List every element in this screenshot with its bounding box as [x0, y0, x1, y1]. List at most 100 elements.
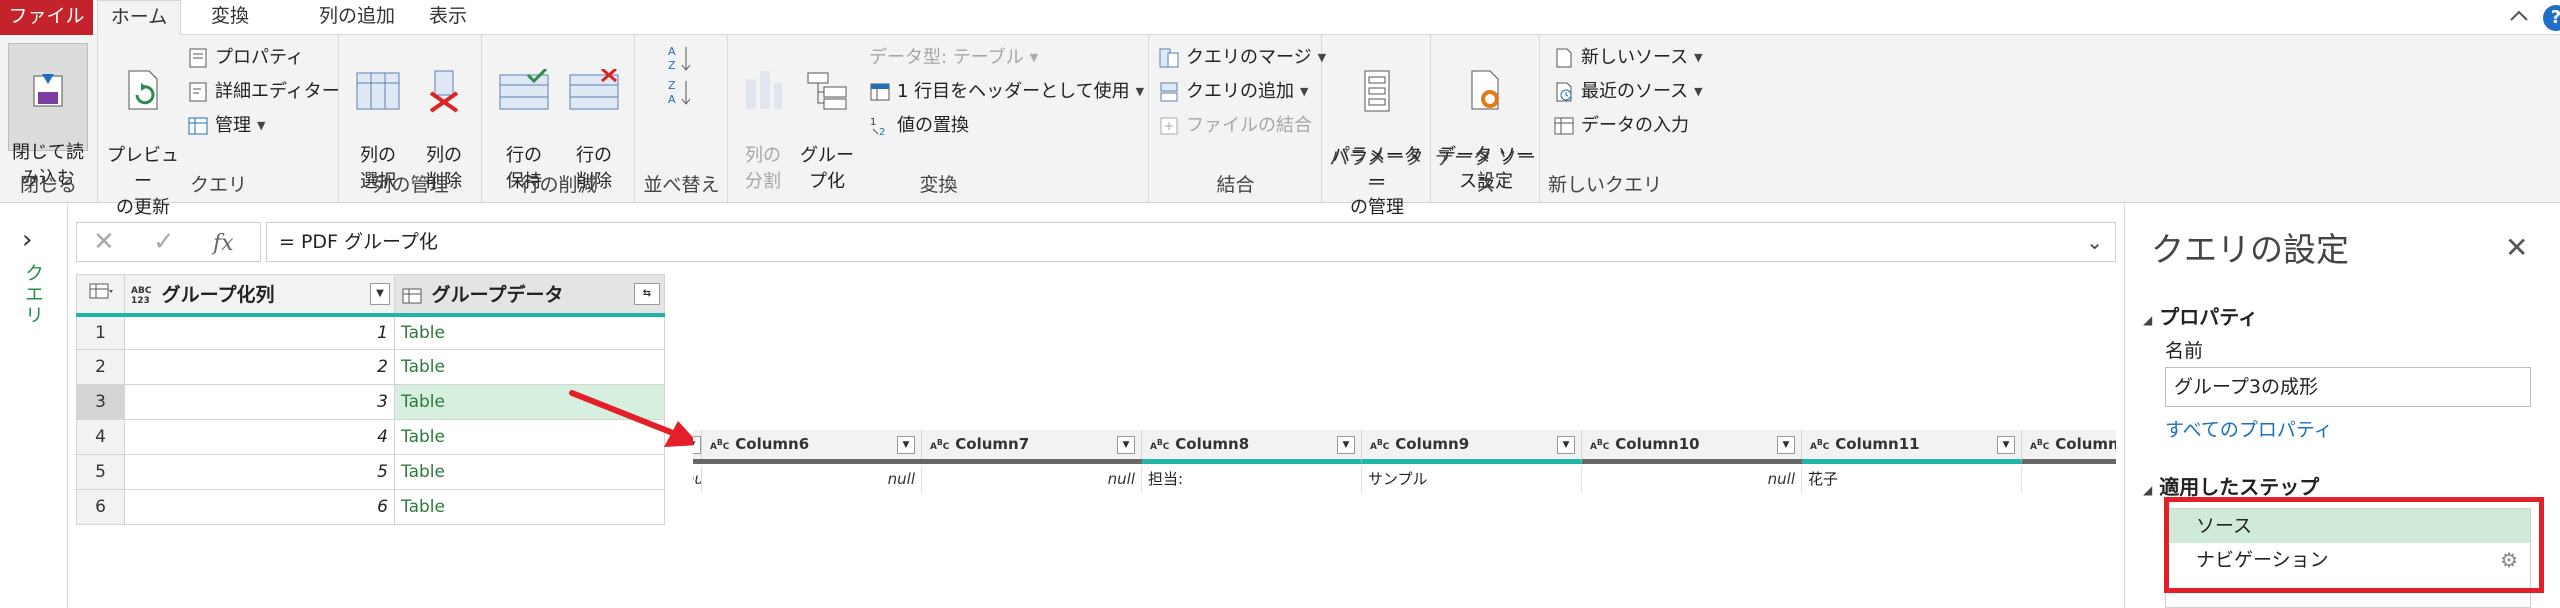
collapse-triangle-icon[interactable]: ◢ [2143, 483, 2152, 497]
cell-table-link[interactable]: Table [394, 489, 665, 525]
ribbon-tab-bar: ファイル ホーム 変換 列の追加 表示 ? [0, 0, 2560, 36]
cell-table-link[interactable]: Table [394, 454, 665, 490]
row-number[interactable]: 1 [76, 314, 125, 350]
text-type-icon[interactable]: ABC [1370, 438, 1389, 452]
preview-column-header[interactable]: ABC Column10 ▼ [1582, 430, 1802, 459]
table-row[interactable]: 2 2 Table [76, 349, 665, 385]
preview-cell[interactable]: null [702, 466, 922, 492]
filter-dropdown-icon[interactable]: ▼ [1997, 436, 2015, 454]
filter-dropdown-icon[interactable]: ▼ [1337, 436, 1355, 454]
help-icon[interactable]: ? [2543, 5, 2560, 31]
filter-dropdown-icon[interactable]: ▼ [1557, 436, 1575, 454]
advanced-editor-button[interactable]: 詳細エディター [187, 77, 340, 107]
data-type-label: データ型: テーブル [869, 47, 1024, 68]
properties-button[interactable]: プロパティ [187, 43, 304, 73]
close-icon[interactable]: ✕ [2505, 231, 2528, 264]
row-number[interactable]: 6 [76, 489, 125, 525]
text-type-icon[interactable]: ABC [710, 438, 729, 452]
chevron-down-icon[interactable]: ⌄ [2086, 223, 2103, 261]
filter-dropdown-icon[interactable]: ▼ [1117, 436, 1135, 454]
preview-cell[interactable]: 花子 [1802, 466, 2022, 492]
replace-values-button[interactable]: 12 値の置換 [869, 111, 969, 141]
query-name-field[interactable]: グループ3の成形 [2165, 367, 2531, 407]
chevron-up-icon[interactable] [2507, 4, 2531, 28]
preview-cell[interactable]: null [922, 466, 1142, 492]
table-row[interactable]: 1 1 Table [76, 314, 665, 350]
refresh-preview-button[interactable]: プレビュー の更新 ▼ [103, 43, 183, 249]
filter-dropdown-icon[interactable]: ▼ [1777, 436, 1795, 454]
preview-column-header[interactable]: ABC Column8 ▼ [1142, 430, 1362, 464]
preview-column-header-cut[interactable]: ▼ [693, 430, 702, 459]
collapse-triangle-icon[interactable]: ◢ [2143, 313, 2152, 327]
cell-group-key[interactable]: 4 [124, 419, 395, 455]
any-type-icon[interactable]: ABC 123 [131, 286, 155, 306]
table-icon [188, 117, 208, 135]
expand-chevron-icon[interactable]: › [22, 225, 32, 255]
table-type-icon[interactable] [401, 286, 425, 306]
fx-icon[interactable]: fx [213, 231, 234, 256]
cell-group-key[interactable]: 6 [124, 489, 395, 525]
tab-add-column[interactable]: 列の追加 [292, 0, 422, 35]
text-type-icon[interactable]: ABC [2030, 438, 2049, 452]
preview-column-header[interactable]: ABC Column11 ▼ [1802, 430, 2022, 464]
sort-ascending-button[interactable]: AZ [668, 43, 694, 73]
cell-group-key[interactable]: 3 [124, 384, 395, 420]
cell-table-link[interactable]: Table [394, 349, 665, 385]
text-type-icon[interactable]: ABC [1810, 438, 1829, 452]
confirm-icon[interactable]: ✓ [153, 227, 175, 257]
preview-column-header[interactable]: ABC Column6 ▼ [702, 430, 922, 459]
text-type-icon[interactable]: ABC [930, 438, 949, 452]
cancel-icon[interactable]: ✕ [93, 227, 115, 257]
preview-column-header[interactable]: ABC Column9 ▼ [1362, 430, 1582, 464]
preview-cell[interactable]: null [1582, 466, 1802, 492]
all-properties-link[interactable]: すべてのプロパティ [2165, 415, 2333, 442]
group-label-new-query: 新しいクエリ [1547, 174, 1662, 196]
cell-table-link[interactable]: Table [394, 314, 665, 350]
expand-column-icon[interactable]: ⇆ [634, 283, 660, 305]
table-corner-menu[interactable] [76, 274, 125, 317]
cell-group-key[interactable]: 1 [124, 314, 395, 350]
filter-dropdown-icon[interactable]: ▼ [693, 436, 701, 454]
preview-cell[interactable]: null [693, 466, 702, 492]
column-header-group-data[interactable]: グループデータ ⇆ [394, 274, 665, 317]
filter-dropdown-icon[interactable]: ▼ [370, 283, 390, 305]
column-header-group-key[interactable]: ABC 123 グループ化列 ▼ [124, 274, 395, 317]
tab-home[interactable]: ホーム [97, 0, 181, 36]
data-type-dropdown[interactable]: データ型: テーブル ▼ [869, 43, 1038, 73]
tab-transform[interactable]: 変換 [200, 0, 260, 35]
combine-files-button[interactable]: ファイルの結合 [1158, 111, 1312, 141]
row-number[interactable]: 3 [76, 384, 125, 420]
text-type-icon[interactable]: ABC [1150, 438, 1169, 452]
preview-column-header[interactable]: ABC Column7 ▼ [922, 430, 1142, 459]
preview-cell[interactable]: サンプル [1362, 466, 1582, 492]
preview-column-header[interactable]: ABC Column1 [2022, 430, 2116, 459]
filter-dropdown-icon[interactable]: ▼ [897, 436, 915, 454]
advanced-editor-label: 詳細エディター [215, 81, 340, 102]
formula-input[interactable]: = PDF グループ化 ⌄ [266, 222, 2116, 262]
row-number[interactable]: 2 [76, 349, 125, 385]
close-and-load-button[interactable]: 閉じて読 み込む [8, 43, 88, 189]
text-type-icon[interactable]: ABC [1590, 438, 1609, 452]
new-source-label: 新しいソース [1581, 47, 1689, 68]
queries-pane-label[interactable]: クエリ [20, 263, 47, 326]
new-source-button[interactable]: 新しいソース ▼ [1553, 43, 1703, 73]
recent-sources-button[interactable]: 最近のソース ▼ [1553, 77, 1703, 107]
preview-cell[interactable]: 担当: [1142, 466, 1362, 492]
tab-view[interactable]: 表示 [418, 0, 478, 35]
append-queries-button[interactable]: クエリの追加 ▼ [1158, 77, 1308, 107]
cell-group-key[interactable]: 5 [124, 454, 395, 490]
remove-rows-icon [569, 69, 619, 110]
manage-button[interactable]: 管理 ▼ [187, 111, 265, 141]
row-number[interactable]: 5 [76, 454, 125, 490]
merge-queries-button[interactable]: クエリのマージ ▼ [1158, 43, 1326, 73]
tab-file[interactable]: ファイル [0, 0, 93, 35]
table-row[interactable]: 6 6 Table [76, 489, 665, 525]
enter-data-button[interactable]: データの入力 [1553, 111, 1689, 141]
applied-steps-section-header[interactable]: ◢ 適用したステップ [2143, 471, 2319, 500]
use-first-row-button[interactable]: 1 行目をヘッダーとして使用 ▼ [869, 77, 1144, 107]
properties-section-header[interactable]: ◢ プロパティ [2143, 301, 2258, 330]
sort-descending-button[interactable]: ZA [668, 77, 694, 107]
cell-group-key[interactable]: 2 [124, 349, 395, 385]
row-number[interactable]: 4 [76, 419, 125, 455]
table-row[interactable]: 5 5 Table [76, 454, 665, 490]
